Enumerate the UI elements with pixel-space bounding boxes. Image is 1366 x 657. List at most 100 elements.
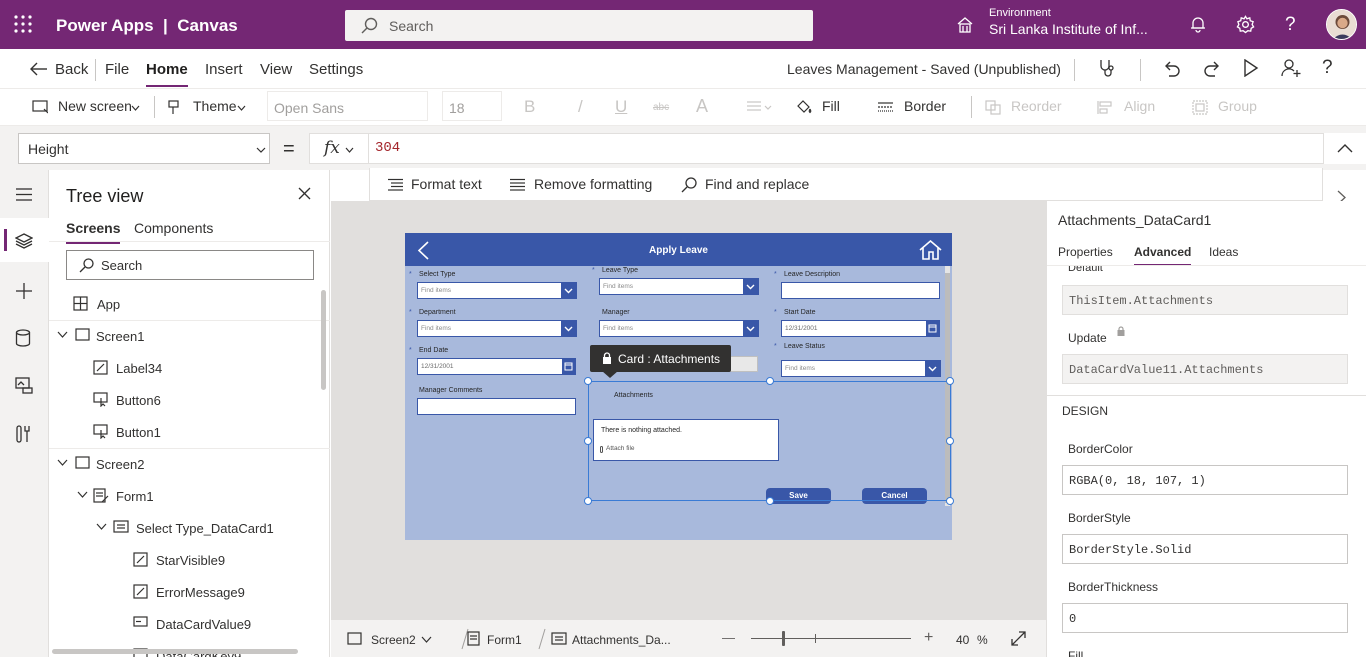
back-button[interactable]: Back — [55, 61, 88, 78]
home-icon[interactable] — [919, 240, 942, 260]
manager-combobox[interactable]: Find items — [599, 320, 759, 337]
borderstyle-value-field[interactable]: BorderStyle.Solid — [1062, 534, 1348, 564]
leave-status-combobox[interactable]: Find items — [781, 360, 941, 377]
tree-node-screen1[interactable]: Screen1 — [49, 320, 319, 352]
settings-gear-icon[interactable] — [1236, 15, 1255, 34]
tree-node-errormessage9[interactable]: ErrorMessage9 — [49, 576, 319, 608]
select-type-combobox[interactable]: Find items — [417, 282, 577, 299]
text-align-icon[interactable] — [746, 100, 772, 114]
help-question-icon[interactable]: ? — [1322, 57, 1333, 79]
new-screen-button[interactable]: New screen — [58, 98, 132, 114]
property-selector-dropdown[interactable]: Height — [18, 133, 270, 164]
tab-ideas[interactable]: Ideas — [1209, 245, 1238, 259]
group-button[interactable]: Group — [1218, 98, 1257, 114]
chevron-down-icon[interactable] — [96, 523, 107, 530]
resize-handle[interactable] — [946, 437, 954, 445]
layers-tree-view-icon[interactable] — [15, 233, 33, 249]
zoom-slider-thumb[interactable] — [782, 631, 785, 646]
breadcrumb-form[interactable]: Form1 — [487, 633, 522, 647]
zoom-in-button[interactable]: + — [924, 629, 933, 647]
italic-button[interactable]: / — [578, 97, 583, 117]
default-value-field[interactable]: ThisItem.Attachments — [1062, 285, 1348, 315]
resize-handle[interactable] — [766, 377, 774, 385]
leave-type-combobox[interactable]: Find items — [599, 278, 759, 295]
font-family-dropdown[interactable]: Open Sans — [267, 91, 428, 121]
format-text-button[interactable]: Format text — [411, 176, 482, 192]
resize-handle[interactable] — [946, 377, 954, 385]
font-size-dropdown[interactable]: 18 — [442, 91, 502, 121]
collapse-formula-button[interactable] — [1324, 133, 1366, 164]
user-avatar[interactable] — [1326, 9, 1357, 40]
bordercolor-value-field[interactable]: RGBA(0, 18, 107, 1) — [1062, 465, 1348, 495]
align-button[interactable]: Align — [1124, 98, 1155, 114]
end-date-picker[interactable]: 12/31/2001 — [417, 358, 576, 375]
department-combobox[interactable]: Find items — [417, 320, 577, 337]
resize-handle[interactable] — [766, 497, 774, 505]
bold-button[interactable]: B — [524, 97, 535, 117]
notifications-icon[interactable] — [1189, 15, 1207, 33]
hamburger-menu-icon[interactable] — [15, 188, 33, 201]
menu-view[interactable]: View — [260, 61, 292, 78]
chevron-down-icon[interactable] — [57, 459, 68, 466]
menu-settings[interactable]: Settings — [309, 61, 363, 78]
find-replace-button[interactable]: Find and replace — [705, 176, 809, 192]
resize-handle[interactable] — [946, 497, 954, 505]
function-button[interactable]: fx — [309, 133, 369, 164]
tree-node-button1[interactable]: Button1 — [49, 416, 319, 448]
data-cylinder-icon[interactable] — [15, 329, 31, 347]
chevron-down-icon[interactable] — [57, 331, 68, 338]
reorder-button[interactable]: Reorder — [1011, 98, 1062, 114]
tab-advanced[interactable]: Advanced — [1134, 245, 1192, 266]
font-color-button[interactable]: A — [696, 96, 708, 117]
strikethrough-button[interactable]: abc — [653, 102, 669, 113]
menu-home[interactable]: Home — [146, 61, 188, 87]
media-icon[interactable] — [15, 377, 33, 394]
zoom-out-button[interactable]: — — [722, 630, 735, 645]
fit-to-window-icon[interactable] — [1011, 631, 1026, 646]
tab-components[interactable]: Components — [134, 220, 213, 236]
breadcrumb-card[interactable]: Attachments_Da... — [572, 633, 671, 647]
manager-comments-input[interactable] — [417, 398, 576, 415]
tree-node-button6[interactable]: Button6 — [49, 384, 319, 416]
environment-name[interactable]: Sri Lanka Institute of Inf... — [989, 21, 1148, 37]
tree-vertical-scrollbar[interactable] — [321, 290, 326, 390]
resize-handle[interactable] — [584, 497, 592, 505]
tab-screens[interactable]: Screens — [66, 220, 121, 244]
close-icon[interactable] — [298, 187, 311, 200]
tree-node-screen2[interactable]: Screen2 — [49, 448, 319, 480]
back-arrow-icon[interactable] — [30, 62, 48, 76]
fill-button[interactable]: Fill — [822, 98, 840, 114]
formula-input[interactable]: 304 — [368, 133, 1324, 164]
chevron-down-icon[interactable] — [421, 636, 432, 643]
border-button[interactable]: Border — [904, 98, 946, 114]
tree-node-select-type-datacard1[interactable]: Select Type_DataCard1 — [49, 512, 319, 544]
app-launcher-icon[interactable] — [14, 15, 32, 33]
selection-box[interactable] — [584, 377, 954, 505]
theme-button[interactable]: Theme — [193, 98, 237, 114]
tree-node-app[interactable]: App — [49, 288, 319, 320]
zoom-slider-track[interactable] — [751, 638, 911, 639]
menu-file[interactable]: File — [105, 61, 129, 78]
redo-icon[interactable] — [1203, 59, 1221, 77]
insert-plus-icon[interactable] — [15, 282, 33, 300]
environment-icon[interactable] — [956, 16, 974, 34]
tree-horizontal-scrollbar[interactable] — [52, 649, 298, 654]
preview-play-icon[interactable] — [1243, 59, 1259, 77]
tab-properties[interactable]: Properties — [1058, 245, 1113, 259]
borderthickness-value-field[interactable]: 0 — [1062, 603, 1348, 633]
leave-description-input[interactable] — [781, 282, 940, 299]
global-search-box[interactable]: Search — [345, 10, 813, 41]
tree-node-label34[interactable]: Label34 — [49, 352, 319, 384]
resize-handle[interactable] — [584, 377, 592, 385]
help-icon[interactable]: ? — [1285, 14, 1296, 36]
chevron-down-icon[interactable] — [77, 491, 88, 498]
tree-node-starvisible9[interactable]: StarVisible9 — [49, 544, 319, 576]
tree-node-datacardvalue9[interactable]: DataCardValue9 — [49, 608, 319, 640]
app-checker-stethoscope-icon[interactable] — [1097, 58, 1117, 78]
remove-formatting-button[interactable]: Remove formatting — [534, 176, 652, 192]
resize-handle[interactable] — [584, 437, 592, 445]
start-date-picker[interactable]: 12/31/2001 — [781, 320, 940, 337]
tree-search-input[interactable]: Search — [66, 250, 314, 280]
menu-insert[interactable]: Insert — [205, 61, 243, 78]
undo-icon[interactable] — [1163, 59, 1181, 77]
